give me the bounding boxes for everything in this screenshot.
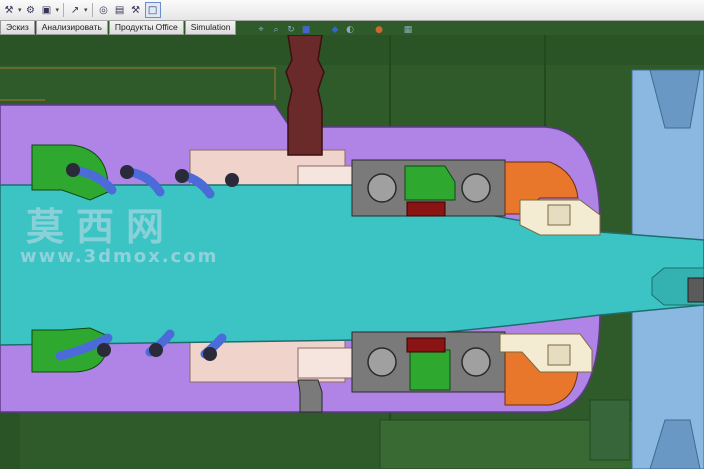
tab-office-products[interactable]: Продукты Office: [108, 21, 184, 35]
shaded-view-icon[interactable]: ▣: [40, 3, 54, 17]
tab-analyze[interactable]: Анализировать: [35, 21, 108, 35]
toolbar-separator: [91, 3, 93, 17]
toolbar: ⚒ ▾ ⚙ ▣ ▾ ↗ ▾ ◎ ▤ ⚒ □: [0, 0, 704, 21]
display-style-icon[interactable]: ◐: [345, 25, 355, 35]
background-band: [0, 35, 704, 65]
toolbox-icon[interactable]: ⚒: [129, 3, 143, 17]
chevron-down-icon[interactable]: ▾: [84, 6, 88, 14]
chevron-down-icon[interactable]: ▾: [18, 6, 22, 14]
cap-screw: [547, 344, 571, 366]
zoom-area-icon[interactable]: ⌕: [271, 25, 281, 35]
rotate-icon[interactable]: ↻: [286, 25, 296, 35]
gear-icon[interactable]: ⚙: [24, 3, 38, 17]
toolbar-separator: [63, 3, 65, 17]
wrench-icon[interactable]: ⚒: [2, 3, 16, 17]
arrow-icon[interactable]: ↗: [68, 3, 82, 17]
cap-screw: [547, 204, 571, 226]
heads-up-view-toolbar: ⌖ ⌕ ↻ ■ ◆ ◐ ● ▦: [256, 25, 413, 35]
chevron-down-icon[interactable]: ▾: [56, 6, 60, 14]
key-bottom: [406, 337, 446, 353]
bearing-seal-bottom: [409, 349, 451, 391]
scene-icon[interactable]: ▦: [403, 25, 413, 35]
shaft-end-plug: [687, 277, 704, 303]
tab-sketch[interactable]: Эскиз: [0, 21, 35, 35]
watermark-url: www.3dmox.com: [20, 246, 219, 267]
command-manager-tabs: Эскиз Анализировать Продукты Office Simu…: [0, 21, 237, 35]
set-screw: [297, 379, 323, 413]
base-block: [589, 399, 631, 461]
package-icon[interactable]: ▤: [113, 3, 127, 17]
section-view-icon[interactable]: ■: [301, 25, 311, 35]
tab-simulation[interactable]: Simulation: [184, 21, 237, 35]
key-top: [406, 201, 446, 217]
adjustment-post: [285, 35, 325, 156]
watermark-logo: 莫西网: [26, 205, 177, 249]
display-icon[interactable]: □: [144, 2, 161, 18]
view-orientation-icon[interactable]: ◆: [330, 25, 340, 35]
binoculars-icon[interactable]: ◎: [97, 3, 111, 17]
bearing-seal-top: [404, 165, 456, 201]
appearance-icon[interactable]: ●: [374, 25, 384, 35]
zoom-fit-icon[interactable]: ⌖: [256, 25, 266, 35]
